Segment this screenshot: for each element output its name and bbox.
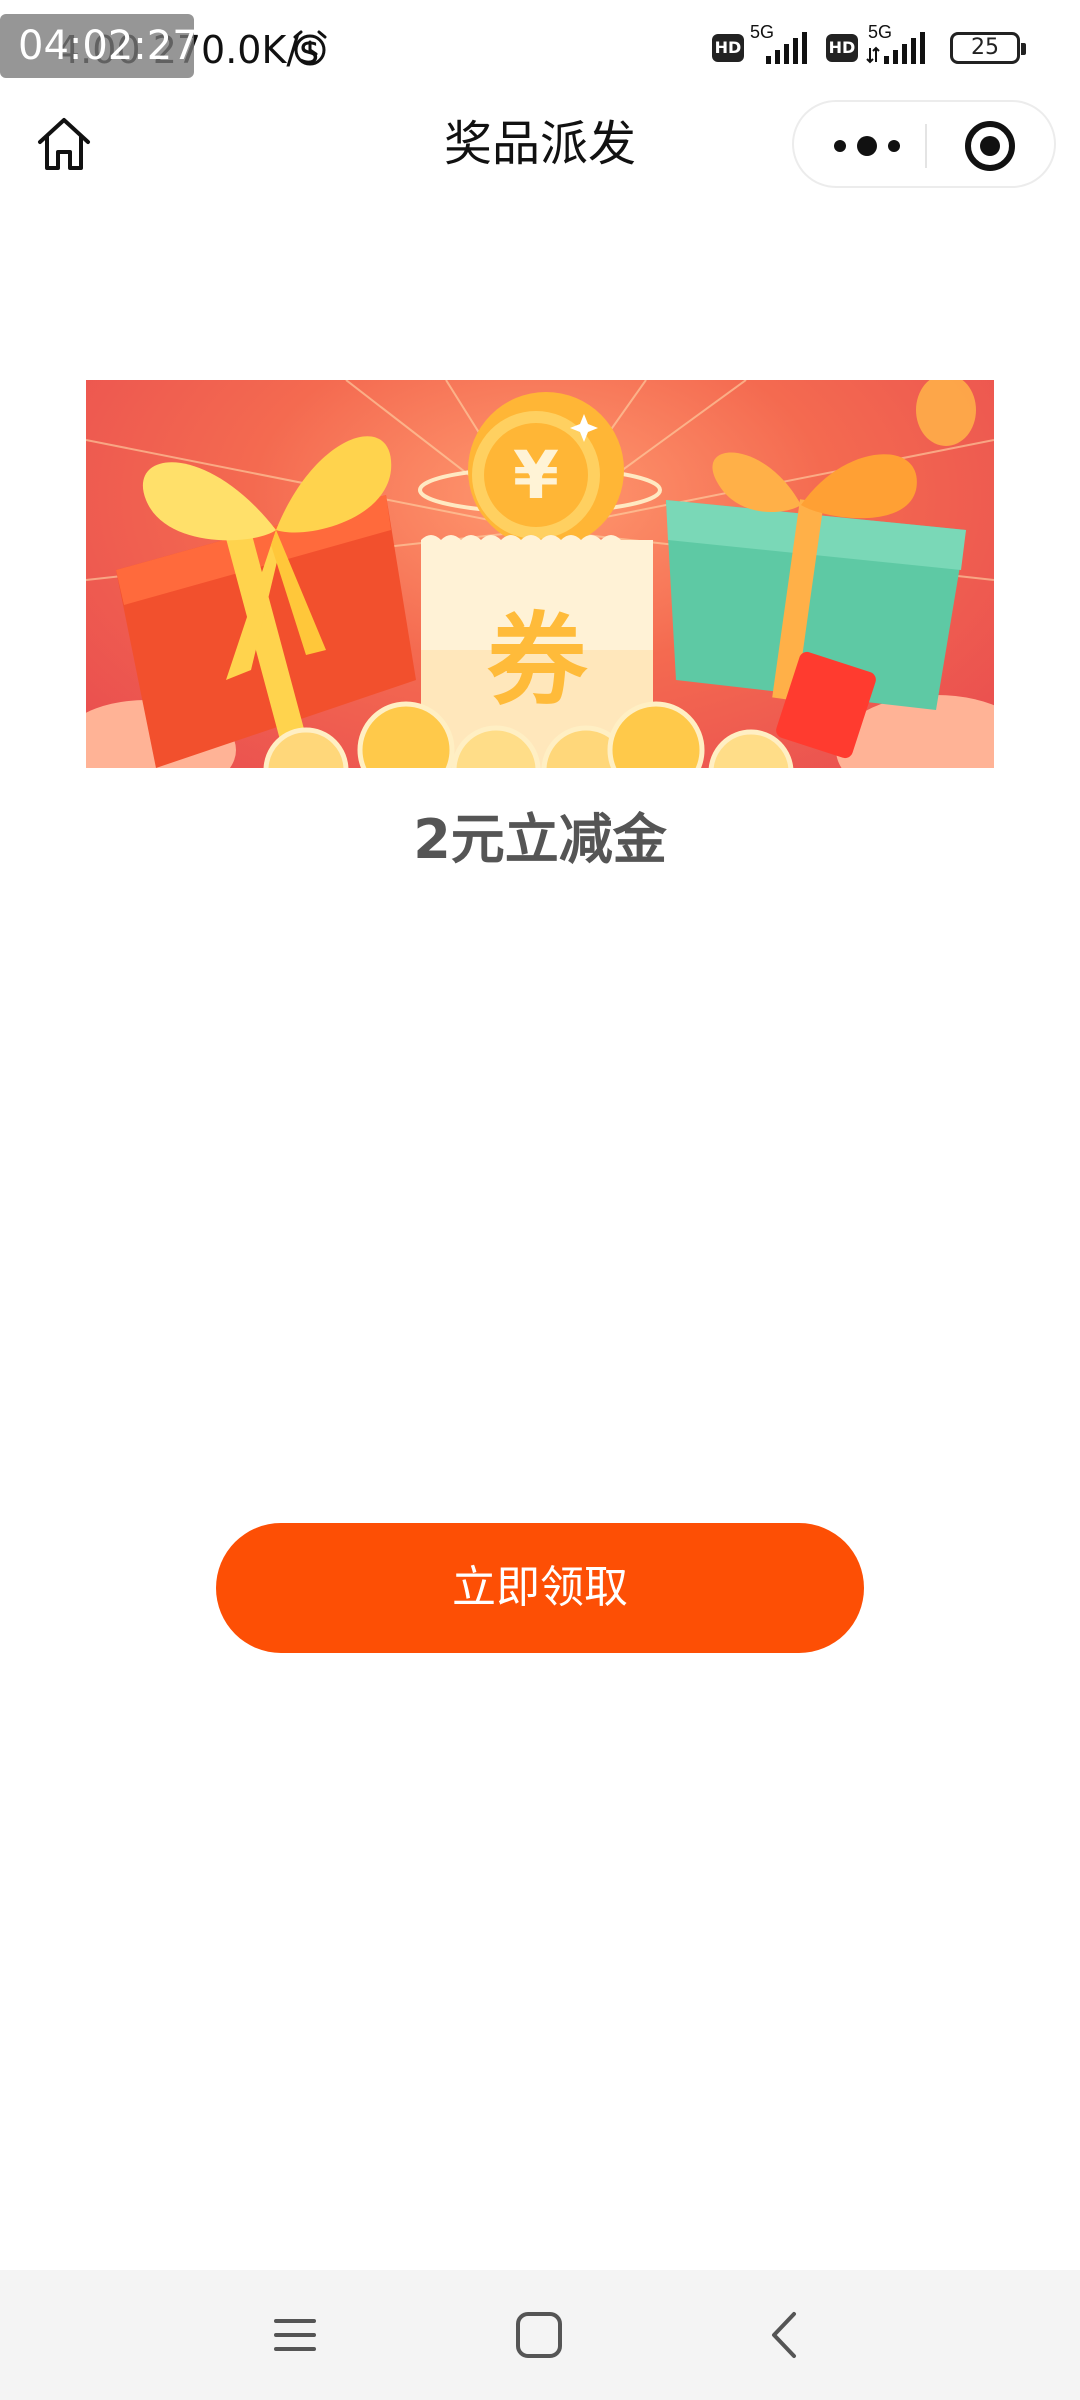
claim-button[interactable]: 立即领取 — [216, 1523, 864, 1653]
close-miniprogram-icon[interactable] — [962, 118, 1018, 174]
coupon-char: 券 — [487, 602, 588, 719]
status-time: 04:02:27 — [0, 14, 198, 78]
hd-badge: HD — [712, 34, 744, 62]
miniprogram-capsule — [792, 100, 1056, 188]
home-square-icon[interactable] — [512, 2308, 566, 2362]
battery-level: 25 — [971, 35, 999, 60]
status-bar: 4.00 270.0K/s 04:02:27 HD 5G HD 5G 25 — [0, 0, 1080, 96]
coin-symbol: ¥ — [513, 437, 559, 514]
battery-icon: 25 — [950, 32, 1026, 64]
system-nav-bar — [0, 2270, 1080, 2400]
coin-icon: ¥ — [418, 392, 662, 548]
menu-icon[interactable] — [270, 2310, 320, 2360]
back-icon[interactable] — [760, 2308, 810, 2362]
signal-icon: 5G — [866, 22, 925, 64]
title-bar: 奖品派发 — [0, 96, 1080, 192]
alarm-icon — [293, 30, 327, 66]
banner-illustration: ¥ 券 — [86, 380, 994, 768]
hd-badge: HD — [826, 34, 858, 62]
prize-name: 2元立减金 — [413, 808, 667, 871]
prize-banner: ¥ 券 — [86, 380, 994, 768]
more-icon[interactable] — [822, 116, 912, 176]
network-type: 5G — [750, 22, 774, 42]
capsule-divider — [925, 124, 927, 168]
network-type: 5G — [868, 22, 892, 42]
signal-icon: 5G — [750, 22, 807, 64]
